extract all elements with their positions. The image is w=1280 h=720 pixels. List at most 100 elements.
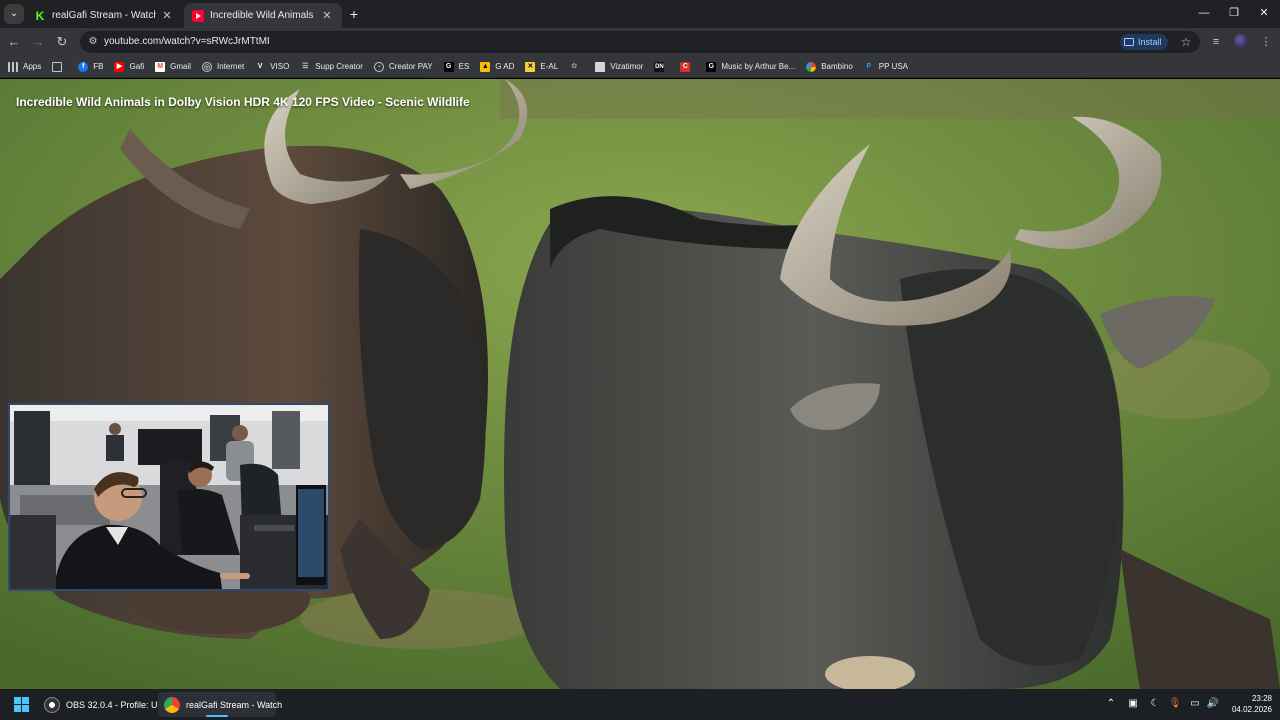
bookmark-label: Gmail — [170, 62, 192, 71]
bookmark-c[interactable]: C — [680, 61, 695, 72]
viso-icon: V — [257, 62, 263, 70]
taskbar-item-chrome[interactable]: realGafi Stream - Watch — [158, 692, 282, 717]
webcam-overlay — [8, 403, 330, 591]
bookmark-grid[interactable] — [52, 61, 67, 72]
menu-kebab-icon[interactable]: ⋮ — [1256, 32, 1276, 52]
bookmark-label: E-AL — [540, 62, 559, 71]
browser-toolbar: ← → ↻ ⚙ youtube.com/watch?v=sRWcJrMTtMI … — [0, 28, 1280, 56]
bookmark-music[interactable]: G Music by Arthur Be... — [706, 61, 796, 72]
bookmark-bambino[interactable]: Bambino — [806, 61, 853, 72]
forward-arrow-icon[interactable]: → — [28, 32, 48, 52]
tray-chevron-up-icon[interactable]: ⌃ — [1104, 697, 1118, 711]
bookmark-label: G AD — [495, 62, 515, 71]
taskbar-clock[interactable]: 23:28 04.02.2026 — [1224, 693, 1272, 715]
tray-display-icon[interactable]: ▭ — [1188, 697, 1202, 711]
windows-start-icon[interactable] — [14, 697, 29, 712]
bookmark-label: Apps — [23, 62, 42, 71]
bookmark-label: Bambino — [821, 62, 853, 71]
tab-title: realGafi Stream - Watch Live on — [52, 10, 156, 21]
bookmark-apps[interactable]: Apps — [8, 61, 42, 72]
bookmark-label: FB — [93, 62, 104, 71]
install-button[interactable]: Install — [1120, 34, 1168, 50]
clock-date: 04.02.2026 — [1231, 705, 1272, 714]
bookmark-label: Music by Arthur Be... — [721, 62, 796, 71]
new-tab-button[interactable]: + — [345, 5, 363, 23]
bookmark-internet[interactable]: ◎ Internet — [202, 61, 245, 72]
bookmark-star-icon[interactable]: ☆ — [1178, 34, 1194, 50]
windows-taskbar: OBS 32.0.4 - Profile: Unt realGafi Strea… — [0, 689, 1280, 720]
bookmark-dn[interactable]: DN — [654, 61, 669, 72]
site-info-icon[interactable]: ⚙ — [86, 35, 100, 49]
es-icon: G — [443, 61, 454, 72]
vizatimor-icon — [595, 61, 606, 72]
close-window-icon[interactable]: ✕ — [1252, 4, 1276, 22]
gmail-icon: M — [155, 61, 166, 72]
tab-search-chevron-icon[interactable]: ⌄ — [4, 4, 24, 24]
install-label: Install — [1138, 37, 1162, 47]
bookmark-e-al[interactable]: ✕ E-AL — [525, 61, 559, 72]
restore-icon[interactable]: ❐ — [1222, 4, 1246, 22]
bookmark-gmail[interactable]: M Gmail — [155, 61, 192, 72]
grid-icon — [52, 61, 63, 72]
bookmark-vizatimor[interactable]: Vizatimor — [595, 61, 644, 72]
tray-microphone-icon[interactable]: 🎙 — [1168, 697, 1182, 711]
install-app-icon — [1124, 38, 1134, 46]
bookmark-gafi[interactable]: ▶ Gafi — [114, 61, 145, 72]
bookmark-label: Internet — [217, 62, 245, 71]
tab-realgafi-stream[interactable]: K realGafi Stream - Watch Live on ✕ — [26, 3, 182, 28]
tab-incredible-wild-animals[interactable]: Incredible Wild Animals in Dolby ✕ — [184, 3, 342, 28]
facebook-icon: f — [78, 61, 89, 72]
tray-volume-icon[interactable]: 🔊 — [1206, 697, 1220, 711]
bookmark-label: Creator PAY — [388, 62, 433, 71]
minimize-icon[interactable]: — — [1192, 4, 1216, 22]
bookmark-es[interactable]: G ES — [443, 61, 469, 72]
internet-icon: ◎ — [202, 61, 213, 72]
close-tab-icon[interactable]: ✕ — [320, 9, 334, 23]
bookmark-fb[interactable]: f FB — [78, 61, 104, 72]
e-al-icon: ✕ — [525, 61, 536, 72]
reload-icon[interactable]: ↻ — [52, 32, 72, 52]
bookmark-supp-creator[interactable]: ☰ Supp Creator — [300, 62, 363, 72]
bookmark-label: VISO — [270, 62, 290, 71]
tray-network-icon[interactable]: ☾ — [1148, 697, 1162, 711]
bookmark-creator-pay[interactable]: ◔ Creator PAY — [373, 61, 433, 72]
bookmark-label: Gafi — [129, 62, 145, 71]
taskbar-item-obs[interactable]: OBS 32.0.4 - Profile: Unt — [38, 692, 165, 717]
obs-icon — [44, 696, 60, 713]
url-text[interactable]: youtube.com/watch?v=sRWcJrMTtMI — [104, 35, 270, 49]
bookmark-pp-usa[interactable]: P PP USA — [864, 62, 908, 72]
webcam-feed-image — [10, 405, 328, 589]
dn-icon: DN — [654, 61, 665, 72]
bookmarks-bar: Apps f FB ▶ Gafi M Gmail ◎ Internet V VI… — [0, 56, 1280, 78]
taskbar-item-label: realGafi Stream - Watch — [186, 699, 283, 710]
bookmark-label: PP USA — [878, 62, 908, 71]
taskbar-item-label: OBS 32.0.4 - Profile: Unt — [66, 699, 166, 710]
g-ad-icon: ▲ — [480, 61, 491, 72]
close-tab-icon[interactable]: ✕ — [160, 9, 174, 23]
bookmark-label: Supp Creator — [315, 62, 363, 71]
clock-time: 23:28 — [1251, 694, 1272, 703]
bookmark-label: Vizatimor — [610, 62, 644, 71]
profile-avatar[interactable] — [1234, 34, 1248, 48]
paypal-icon: P — [866, 62, 872, 70]
bookmark-gear[interactable]: ✿ — [569, 62, 584, 72]
video-title[interactable]: Incredible Wild Animals in Dolby Vision … — [16, 95, 470, 109]
wildebeest-video-frame — [0, 79, 1280, 689]
tab-title: Incredible Wild Animals in Dolby — [210, 10, 316, 21]
tab-strip: ⌄ K realGafi Stream - Watch Live on ✕ In… — [0, 0, 1280, 28]
google-icon — [806, 61, 817, 72]
tray-app-icon[interactable]: ▣ — [1126, 697, 1140, 711]
youtube-icon: ▶ — [114, 61, 125, 72]
youtube-logo-icon — [192, 9, 204, 22]
video-player[interactable]: Incredible Wild Animals in Dolby Vision … — [0, 79, 1280, 689]
back-arrow-icon[interactable]: ← — [4, 32, 24, 52]
media-control-icon[interactable]: ≡ — [1206, 32, 1226, 52]
gear-bookmark-icon: ✿ — [571, 62, 578, 70]
apps-grid-icon — [8, 61, 18, 72]
music-icon: G — [706, 61, 717, 72]
address-bar[interactable]: ⚙ youtube.com/watch?v=sRWcJrMTtMI Instal… — [80, 31, 1200, 53]
bookmark-viso[interactable]: V VISO — [255, 62, 289, 72]
bookmark-g-ad[interactable]: ▲ G AD — [480, 61, 515, 72]
chrome-icon — [164, 696, 180, 713]
kick-logo-icon: K — [35, 8, 45, 23]
